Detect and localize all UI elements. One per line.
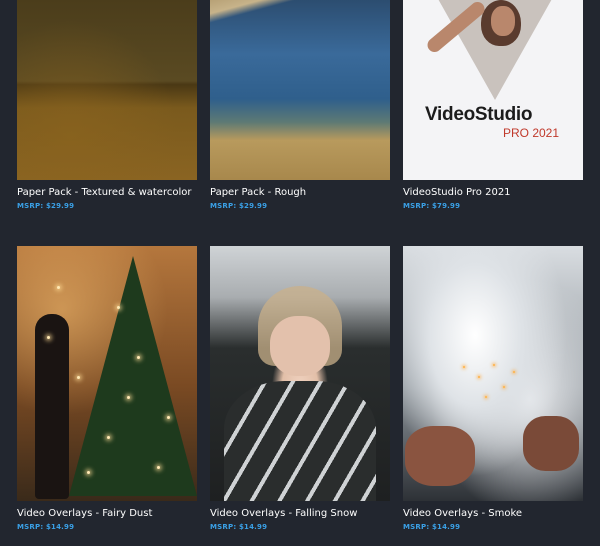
product-price: MSRP: $29.99 (210, 202, 268, 210)
product-price: MSRP: $79.99 (403, 202, 461, 210)
model-face (270, 316, 330, 376)
product-image-falling-snow[interactable] (210, 246, 390, 501)
person-silhouette (35, 314, 69, 499)
product-price: MSRP: $29.99 (17, 202, 75, 210)
patterned-scarf (224, 381, 376, 501)
product-image-paper-rough[interactable] (210, 0, 390, 180)
sparkle (57, 286, 60, 289)
product-image-fairy-dust[interactable] (17, 246, 197, 501)
product-card-paper-textured[interactable]: Paper Pack - Textured & watercolor MSRP:… (17, 0, 197, 211)
sparkle (47, 336, 50, 339)
christmas-tree (69, 256, 197, 496)
ember (513, 371, 515, 373)
sparkle (127, 396, 130, 399)
product-image-smoke[interactable] (403, 246, 583, 501)
hand (405, 426, 475, 486)
product-price: MSRP: $14.99 (210, 523, 268, 531)
sparkle (117, 306, 120, 309)
sparkle (167, 416, 170, 419)
sparkle (87, 471, 90, 474)
product-card-videostudio[interactable]: VideoStudio PRO 2021 VideoStudio Pro 202… (403, 0, 583, 211)
product-card-paper-rough[interactable]: Paper Pack - Rough MSRP: $29.99 (210, 0, 390, 211)
product-price: MSRP: $14.99 (403, 523, 461, 531)
sparkle (137, 356, 140, 359)
ember (463, 366, 465, 368)
sparkle (157, 466, 160, 469)
product-grid: Paper Pack - Textured & watercolor MSRP:… (0, 0, 600, 546)
product-title[interactable]: VideoStudio Pro 2021 (403, 186, 583, 199)
ember (485, 396, 487, 398)
product-title[interactable]: Video Overlays - Fairy Dust (17, 507, 197, 520)
product-title[interactable]: Paper Pack - Rough (210, 186, 390, 199)
product-title[interactable]: Video Overlays - Falling Snow (210, 507, 390, 520)
product-card-smoke[interactable]: Video Overlays - Smoke MSRP: $14.99 (403, 246, 583, 532)
product-image-videostudio[interactable]: VideoStudio PRO 2021 (403, 0, 583, 180)
model-face (491, 6, 515, 36)
product-price: MSRP: $14.99 (17, 523, 75, 531)
sparkle (107, 436, 110, 439)
product-title[interactable]: Video Overlays - Smoke (403, 507, 583, 520)
product-title[interactable]: Paper Pack - Textured & watercolor (17, 186, 197, 199)
product-card-falling-snow[interactable]: Video Overlays - Falling Snow MSRP: $14.… (210, 246, 390, 532)
videostudio-logo: VideoStudio (425, 104, 533, 125)
ember (478, 376, 480, 378)
product-card-fairy-dust[interactable]: Video Overlays - Fairy Dust MSRP: $14.99 (17, 246, 197, 532)
hand (523, 416, 579, 471)
product-image-paper-textured[interactable] (17, 0, 197, 180)
videostudio-edition: PRO 2021 (503, 126, 560, 140)
ember (493, 364, 495, 366)
sparkle (77, 376, 80, 379)
ember (503, 386, 505, 388)
